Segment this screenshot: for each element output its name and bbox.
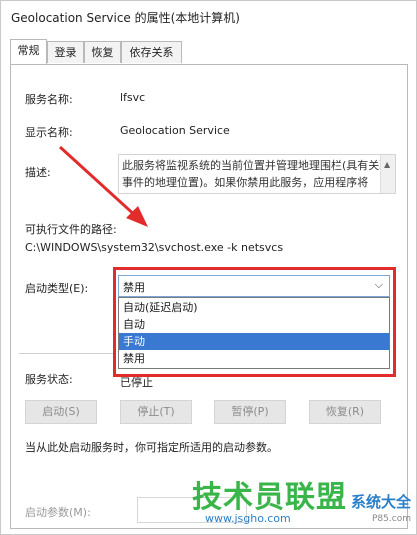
tab-recovery[interactable]: 恢复 (84, 41, 121, 63)
watermark-url-secondary: P85.com (372, 514, 411, 524)
exe-path-value: C:\WINDOWS\system32\svchost.exe -k netsv… (25, 241, 284, 254)
service-status-label: 服务状态: (25, 373, 73, 386)
startup-type-label: 启动类型(E): (25, 282, 89, 295)
startup-option-auto[interactable]: 自动 (119, 316, 389, 333)
startup-type-dropdown: 自动(延迟启动) 自动 手动 禁用 (118, 297, 390, 369)
chevron-down-icon[interactable]: ⌵ (375, 278, 383, 292)
description-scrollbar[interactable]: ▲ (380, 155, 395, 193)
service-status-value: 已停止 (120, 376, 153, 389)
watermark-brand: 技术员联盟 (192, 480, 347, 515)
service-properties-window: Geolocation Service 的属性(本地计算机) 常规 登录 恢复 … (0, 0, 417, 535)
description-box[interactable]: 此服务将监视系统的当前位置并管理地理围栏(具有关联事件的地理位置)。如果你禁用此… (118, 154, 396, 194)
tab-general[interactable]: 常规 (10, 39, 47, 64)
display-name-label: 显示名称: (25, 126, 73, 139)
start-params-hint: 当从此处启动服务时，你可指定所适用的启动参数。 (25, 441, 278, 454)
startup-type-select[interactable]: 禁用 ⌵ (118, 275, 390, 297)
tab-dependencies[interactable]: 依存关系 (121, 41, 182, 63)
watermark-brand-tail: 系统大全 (351, 493, 412, 511)
startup-type-value: 禁用 (123, 281, 145, 294)
tab-logon[interactable]: 登录 (47, 41, 84, 63)
startup-option-disabled[interactable]: 禁用 (119, 350, 389, 367)
start-button[interactable]: 启动(S) (25, 400, 97, 424)
window-title: Geolocation Service 的属性(本地计算机) (11, 11, 240, 25)
watermark-url: www.jsgho.com (205, 512, 291, 525)
exe-path-label: 可执行文件的路径: (25, 223, 117, 236)
service-name-label: 服务名称: (25, 93, 73, 106)
startup-option-manual[interactable]: 手动 (119, 333, 389, 350)
resume-button[interactable]: 恢复(R) (309, 400, 381, 424)
watermark-logo: 技术员联盟 系统大全 (192, 472, 411, 516)
description-text: 此服务将监视系统的当前位置并管理地理围栏(具有关联事件的地理位置)。如果你禁用此… (122, 159, 391, 189)
service-name-value: lfsvc (120, 91, 146, 104)
start-params-label: 启动参数(M): (25, 506, 91, 519)
display-name-value: Geolocation Service (120, 124, 230, 137)
scroll-up-icon[interactable]: ▲ (384, 156, 390, 173)
section-divider (19, 353, 115, 354)
description-label: 描述: (25, 166, 51, 179)
stop-button[interactable]: 停止(T) (120, 400, 192, 424)
startup-option-auto-delayed[interactable]: 自动(延迟启动) (119, 299, 389, 316)
tab-strip: 常规 登录 恢复 依存关系 (10, 39, 410, 65)
title-bar[interactable]: Geolocation Service 的属性(本地计算机) (1, 1, 416, 34)
pause-button[interactable]: 暂停(P) (214, 400, 286, 424)
